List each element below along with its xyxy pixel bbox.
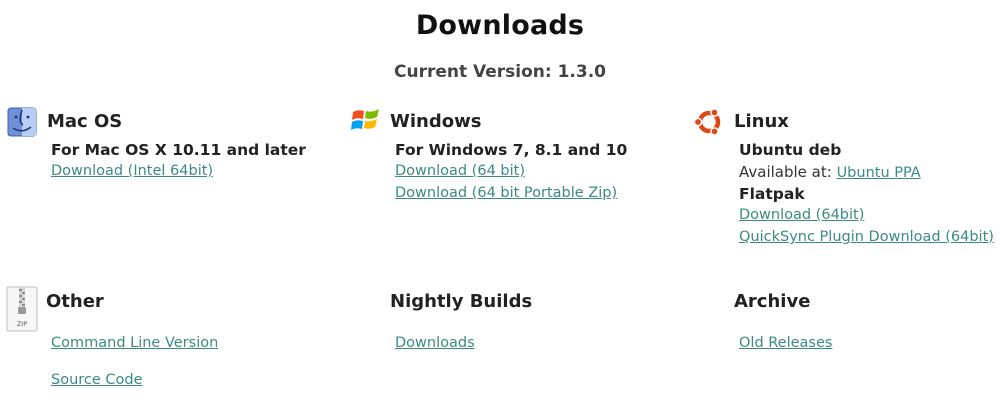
ubuntu-deb-label: Ubuntu deb (739, 141, 842, 159)
windows-logo-icon (351, 109, 379, 130)
other-heading: Other (46, 291, 104, 312)
current-version: Current Version: 1.3.0 (393, 62, 606, 82)
old-releases-link[interactable]: Old Releases (739, 335, 832, 351)
windows-download-portable-zip-link[interactable]: Download (64 bit Portable Zip) (395, 185, 617, 201)
page-title: Downloads (415, 10, 585, 41)
mac-finder-icon (7, 107, 37, 137)
windows-heading: Windows (390, 111, 482, 132)
zip-file-icon: ZIP (6, 286, 38, 332)
linux-heading: Linux (734, 111, 789, 132)
nightly-builds-heading: Nightly Builds (390, 291, 533, 312)
ubuntu-logo-icon (693, 108, 721, 136)
command-line-version-link[interactable]: Command Line Version (51, 335, 218, 351)
ubuntu-availability: Available at: Ubuntu PPA (739, 163, 921, 181)
source-code-link[interactable]: Source Code (51, 372, 143, 388)
macos-download-intel-64bit-link[interactable]: Download (Intel 64bit) (51, 163, 213, 179)
archive-heading: Archive (734, 291, 811, 312)
windows-download-64bit-link[interactable]: Download (64 bit) (395, 163, 525, 179)
flatpak-download-64bit-link[interactable]: Download (64bit) (739, 207, 864, 223)
macos-requirement: For Mac OS X 10.11 and later (51, 141, 306, 159)
available-at-label: Available at: (739, 163, 837, 181)
windows-requirement: For Windows 7, 8.1 and 10 (395, 141, 628, 159)
macos-heading: Mac OS (47, 111, 123, 132)
nightly-downloads-link[interactable]: Downloads (395, 335, 475, 351)
ubuntu-ppa-link[interactable]: Ubuntu PPA (837, 165, 921, 181)
zip-label: ZIP (17, 320, 27, 328)
flatpak-label: Flatpak (739, 185, 805, 203)
quicksync-plugin-download-link[interactable]: QuickSync Plugin Download (64bit) (739, 229, 994, 245)
